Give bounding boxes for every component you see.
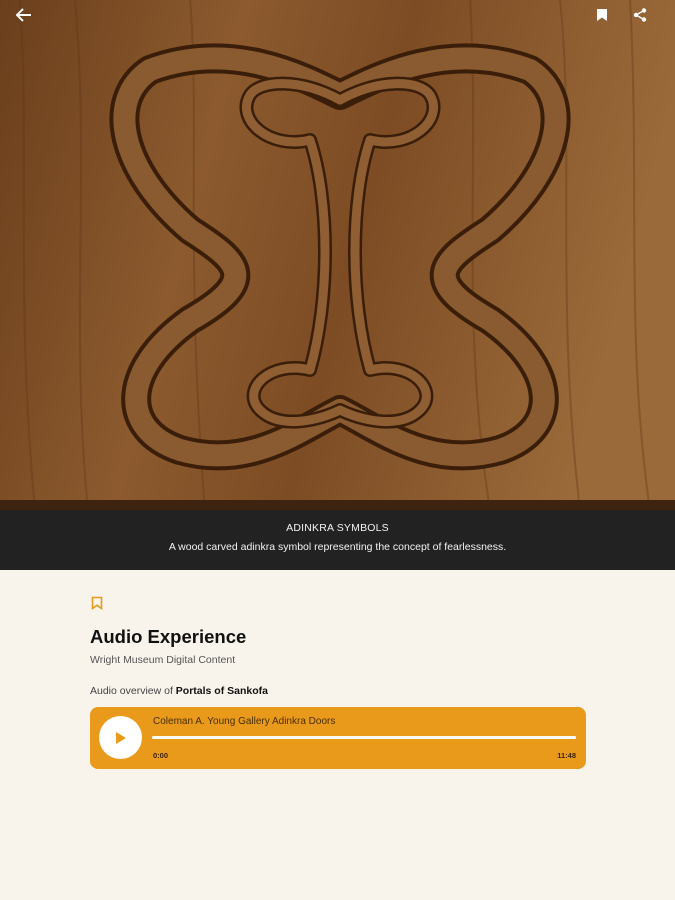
overview-prefix: Audio overview of — [90, 685, 176, 697]
page-title: Audio Experience — [90, 626, 247, 647]
bookmark-icon — [597, 9, 607, 21]
save-bookmark-button[interactable] — [91, 596, 105, 612]
arrow-left-icon — [16, 8, 31, 22]
audio-player: Coleman A. Young Gallery Adinkra Doors 0… — [90, 707, 586, 769]
back-button[interactable] — [16, 8, 44, 32]
bookmark-outline-icon — [91, 596, 103, 611]
image-caption: ADINKRA SYMBOLS A wood carved adinkra sy… — [0, 510, 675, 570]
track-title: Coleman A. Young Gallery Adinkra Doors — [153, 716, 336, 727]
share-button[interactable] — [633, 8, 661, 32]
adinkra-carving-image — [0, 0, 675, 510]
share-icon — [633, 8, 647, 22]
caption-title: ADINKRA SYMBOLS — [286, 522, 389, 534]
progress-track[interactable] — [152, 736, 576, 739]
page-subtitle: Wright Museum Digital Content — [90, 654, 236, 666]
overview-link[interactable]: Portals of Sankofa — [176, 685, 268, 697]
caption-text: A wood carved adinkra symbol representin… — [168, 541, 507, 553]
hero-image — [0, 0, 675, 510]
total-time: 11:48 — [557, 751, 576, 760]
bookmark-button[interactable] — [596, 8, 624, 32]
play-icon — [116, 732, 126, 744]
play-button[interactable] — [99, 716, 142, 759]
current-time: 0:00 — [153, 751, 169, 760]
audio-overview-text: Audio overview of Portals of Sankofa — [90, 685, 268, 697]
